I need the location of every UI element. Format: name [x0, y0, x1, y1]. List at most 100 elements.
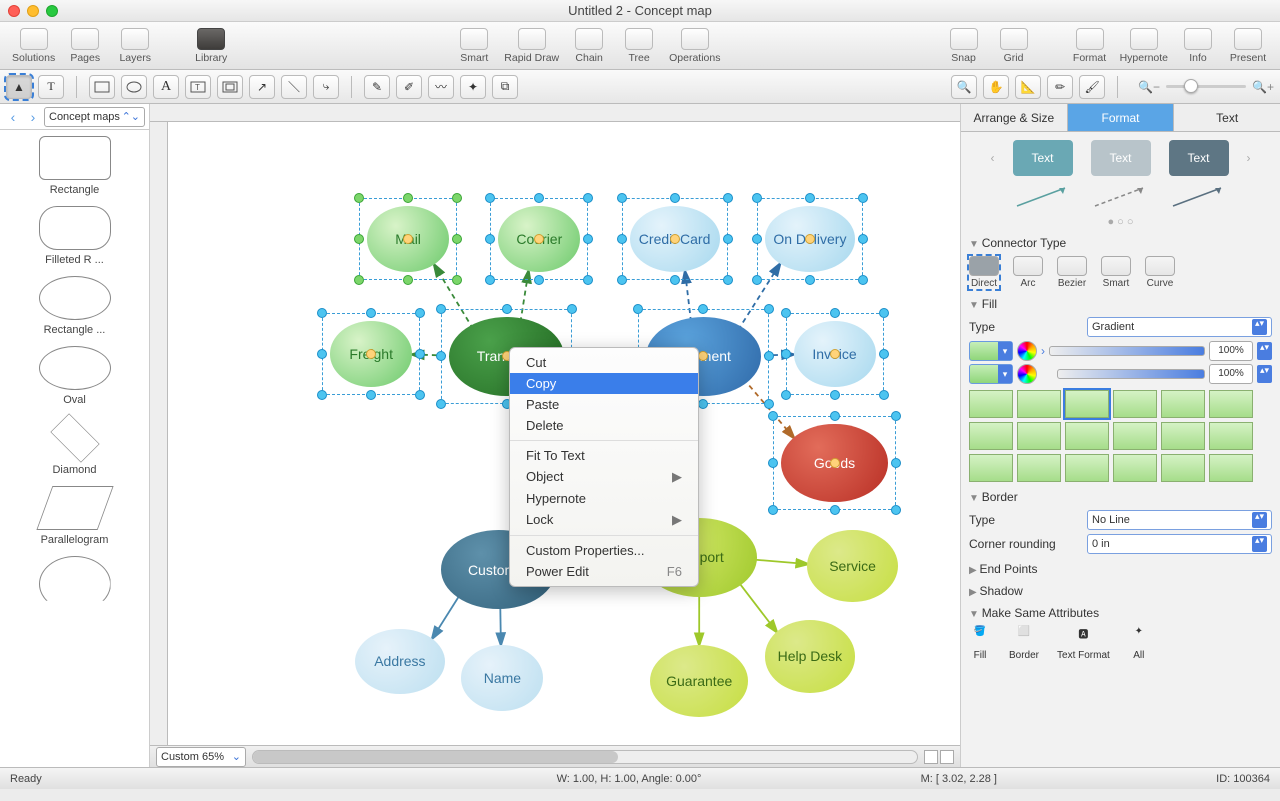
resize-handle[interactable]: [768, 411, 778, 421]
connector-type-direct[interactable]: Direct: [969, 256, 999, 289]
wand-tool[interactable]: ✦: [460, 75, 486, 99]
resize-handle[interactable]: [485, 275, 495, 285]
resize-handle[interactable]: [415, 390, 425, 400]
shape-filleted-r-[interactable]: Filleted R ...: [0, 206, 149, 266]
resize-handle[interactable]: [452, 193, 462, 203]
smart-button[interactable]: Smart: [450, 26, 498, 66]
resize-handle[interactable]: [830, 411, 840, 421]
resize-handle[interactable]: [781, 308, 791, 318]
border-type-select[interactable]: No Line ▴▾: [1087, 510, 1272, 530]
zoom-slider[interactable]: 🔍− 🔍+: [1138, 80, 1274, 94]
resize-handle[interactable]: [502, 304, 512, 314]
resize-handle[interactable]: [534, 275, 544, 285]
gradient-slider-2[interactable]: [1057, 369, 1205, 379]
make-same-fill[interactable]: 🪣Fill: [969, 626, 991, 661]
resize-handle[interactable]: [617, 275, 627, 285]
shape-diamond[interactable]: Diamond: [0, 416, 149, 476]
menu-fit-to-text[interactable]: Fit To Text: [510, 445, 698, 466]
hand-tool[interactable]: ✋: [983, 75, 1009, 99]
resize-handle[interactable]: [768, 505, 778, 515]
resize-handle[interactable]: [879, 390, 889, 400]
grid-button[interactable]: Grid: [990, 26, 1038, 66]
menu-custom-properties-[interactable]: Custom Properties...: [510, 540, 698, 561]
resize-handle[interactable]: [583, 234, 593, 244]
resize-handle[interactable]: [366, 390, 376, 400]
fill-preset[interactable]: [969, 454, 1013, 482]
resize-handle[interactable]: [403, 275, 413, 285]
resize-handle[interactable]: [830, 505, 840, 515]
resize-handle[interactable]: [436, 399, 446, 409]
menu-hypernote[interactable]: Hypernote: [510, 488, 698, 509]
updown-icon[interactable]: ▴▾: [1257, 342, 1272, 360]
connector-style-preset[interactable]: [1169, 182, 1229, 210]
fill-preset[interactable]: [1065, 390, 1109, 418]
shape-oval[interactable]: Oval: [0, 346, 149, 406]
zoom-icon[interactable]: [46, 5, 58, 17]
fill-preset[interactable]: [969, 422, 1013, 450]
node-name[interactable]: Name: [461, 645, 543, 711]
library-button[interactable]: Library: [187, 26, 235, 66]
connector-tool[interactable]: ⤷: [313, 75, 339, 99]
resize-handle[interactable]: [879, 308, 889, 318]
resize-handle[interactable]: [752, 234, 762, 244]
text-tool[interactable]: T: [38, 75, 64, 99]
tab-format[interactable]: Format: [1068, 104, 1175, 131]
menu-paste[interactable]: Paste: [510, 394, 698, 415]
rotate-handle[interactable]: [805, 234, 815, 244]
shape-parallelogram[interactable]: Parallelogram: [0, 486, 149, 546]
node-address[interactable]: Address: [355, 629, 445, 695]
color-wheel-icon[interactable]: [1017, 341, 1037, 361]
rect-tool[interactable]: [89, 75, 115, 99]
menu-lock[interactable]: Lock▶: [510, 509, 698, 531]
resize-handle[interactable]: [567, 304, 577, 314]
operations-button[interactable]: Operations: [665, 26, 724, 66]
crop-tool[interactable]: ⧉: [492, 75, 518, 99]
fill-color-2[interactable]: ▾: [969, 364, 1013, 384]
resize-handle[interactable]: [617, 234, 627, 244]
connector-style-preset[interactable]: [1091, 182, 1151, 210]
fill-preset[interactable]: [1113, 454, 1157, 482]
style-next-icon[interactable]: ›: [1247, 151, 1251, 165]
style-preset[interactable]: Text: [1169, 140, 1229, 176]
style-preset[interactable]: Text: [1013, 140, 1073, 176]
make-same-text-format[interactable]: 🅰Text Format: [1057, 626, 1110, 661]
layers-button[interactable]: Layers: [111, 26, 159, 66]
shape-rectangle-[interactable]: Rectangle ...: [0, 276, 149, 336]
node-guarantee[interactable]: Guarantee: [650, 645, 748, 717]
resize-handle[interactable]: [830, 390, 840, 400]
fill-preset[interactable]: [1161, 422, 1205, 450]
rotate-handle[interactable]: [830, 458, 840, 468]
info-button[interactable]: Info: [1174, 26, 1222, 66]
snap-button[interactable]: Snap: [940, 26, 988, 66]
fill-preset[interactable]: [1017, 422, 1061, 450]
endpoints-header[interactable]: End Points: [969, 562, 1272, 576]
resize-handle[interactable]: [317, 390, 327, 400]
shape-circle[interactable]: [0, 556, 149, 612]
resize-handle[interactable]: [781, 349, 791, 359]
resize-handle[interactable]: [764, 304, 774, 314]
rapid-draw-button[interactable]: Rapid Draw: [500, 26, 563, 66]
pointer-tool[interactable]: ▲: [6, 75, 32, 99]
resize-handle[interactable]: [879, 349, 889, 359]
rotate-handle[interactable]: [670, 234, 680, 244]
line-tool[interactable]: ＼: [281, 75, 307, 99]
zoom-in-icon[interactable]: 🔍+: [1252, 80, 1274, 94]
resize-handle[interactable]: [698, 399, 708, 409]
measure-tool[interactable]: 📐: [1015, 75, 1041, 99]
connector-type-header[interactable]: Connector Type: [969, 236, 1272, 250]
fill-color-1[interactable]: ▾: [969, 341, 1013, 361]
menu-object[interactable]: Object▶: [510, 466, 698, 488]
frame-tool[interactable]: [217, 75, 243, 99]
tree-button[interactable]: Tree: [615, 26, 663, 66]
nav-fwd-icon[interactable]: ›: [24, 109, 42, 125]
resize-handle[interactable]: [354, 275, 364, 285]
menu-copy[interactable]: Copy: [510, 373, 698, 394]
resize-handle[interactable]: [830, 308, 840, 318]
minimize-icon[interactable]: [27, 5, 39, 17]
resize-handle[interactable]: [452, 234, 462, 244]
textbox-tool[interactable]: T: [185, 75, 211, 99]
resize-handle[interactable]: [452, 275, 462, 285]
eyedrop-tool[interactable]: ✏: [1047, 75, 1073, 99]
fill-preset[interactable]: [1209, 422, 1253, 450]
opacity-2[interactable]: 100%: [1209, 364, 1253, 384]
